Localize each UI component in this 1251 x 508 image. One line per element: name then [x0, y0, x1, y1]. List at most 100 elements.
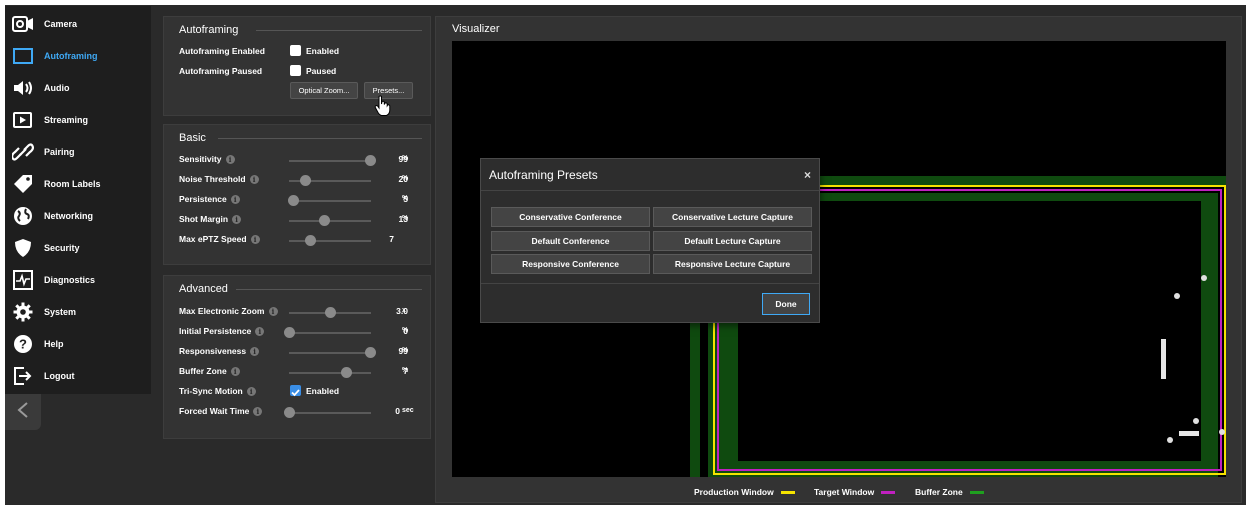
sensitivity-slider[interactable]: [289, 155, 377, 166]
tracked-dot: [1174, 293, 1180, 299]
info-icon[interactable]: i: [255, 326, 265, 336]
info-icon[interactable]: i: [250, 346, 260, 356]
legend-swatch: [780, 490, 795, 494]
sidebar-item-label: Pairing: [44, 147, 75, 157]
info-icon[interactable]: i: [232, 214, 242, 224]
sidebar-item-label: System: [44, 307, 77, 317]
legend-label: Production Window: [694, 487, 774, 497]
responsiveness-unit: %: [402, 347, 409, 354]
sidebar-item-logout[interactable]: Logout: [5, 360, 151, 392]
info-icon[interactable]: i: [225, 154, 235, 164]
preset-conservative-lecture-button[interactable]: Conservative Lecture Capture: [653, 207, 812, 227]
slider-knob[interactable]: [284, 407, 295, 418]
optical-zoom-button[interactable]: Optical Zoom...: [290, 82, 358, 99]
slider-knob[interactable]: [319, 215, 331, 226]
slider-knob[interactable]: [288, 195, 300, 206]
sidebar-item-diagnostics[interactable]: Diagnostics: [5, 264, 151, 296]
max-electronic-zoom-unit: x: [402, 307, 406, 314]
initial-persistence-slider[interactable]: [284, 327, 371, 338]
persistence-unit: %: [402, 195, 409, 202]
sidebar-item-security[interactable]: Security: [5, 232, 151, 264]
info-icon[interactable]: i: [246, 386, 256, 396]
info-icon[interactable]: i: [230, 194, 240, 204]
dialog-footer-divider: [481, 283, 819, 284]
slider-knob[interactable]: [341, 367, 353, 378]
help-icon: ?: [11, 332, 35, 356]
responsiveness-label: Responsiveness i: [179, 346, 260, 356]
forced-wait-time-unit: sec: [402, 407, 414, 414]
done-button[interactable]: Done: [762, 293, 810, 315]
tri-sync-check-label: Enabled: [306, 386, 340, 396]
sidebar-collapse-button[interactable]: [5, 394, 41, 430]
slider-knob[interactable]: [284, 327, 295, 338]
noise-threshold-slider[interactable]: [289, 175, 371, 186]
preset-conservative-conference-button[interactable]: Conservative Conference: [491, 207, 650, 227]
svg-text:?: ?: [19, 337, 27, 352]
paused-check-label: Paused: [306, 66, 337, 76]
preset-responsive-lecture-button[interactable]: Responsive Lecture Capture: [653, 254, 812, 274]
autoframing-presets-dialog: Autoframing Presets × Conservative Confe…: [480, 158, 820, 323]
camera-icon: [11, 12, 35, 36]
sidebar-item-audio[interactable]: Audio: [5, 72, 151, 104]
info-icon[interactable]: i: [249, 174, 259, 184]
sidebar-item-streaming[interactable]: Streaming: [5, 104, 151, 136]
chevron-left-icon: [16, 401, 30, 424]
info-icon[interactable]: i: [230, 366, 240, 376]
row-label-text: Max Electronic Zoom: [179, 306, 265, 316]
row-label-text: Max ePTZ Speed: [179, 234, 247, 244]
info-icon[interactable]: i: [253, 406, 263, 416]
responsiveness-slider[interactable]: [289, 347, 377, 358]
forced-wait-time-value: 0: [395, 406, 400, 416]
shot-margin-slider[interactable]: [289, 215, 371, 226]
initial-persistence-unit: %: [402, 327, 409, 334]
sidebar-item-autoframing[interactable]: Autoframing: [5, 40, 151, 72]
row-label-text: Shot Margin: [179, 214, 229, 224]
preset-default-lecture-button[interactable]: Default Lecture Capture: [653, 231, 812, 251]
forced-wait-time-label: Forced Wait Time i: [179, 406, 263, 416]
sidebar-item-system[interactable]: System: [5, 296, 151, 328]
legend-swatch: [881, 490, 896, 494]
autoframing-paused-label: Autoframing Paused: [179, 66, 263, 76]
sidebar-item-help[interactable]: ? Help: [5, 328, 151, 360]
close-icon[interactable]: ×: [804, 168, 811, 182]
tracked-dot: [1167, 437, 1173, 443]
gear-icon: [11, 300, 35, 324]
title-divider: [256, 30, 422, 31]
forced-wait-time-slider[interactable]: [284, 407, 371, 418]
checkmark-icon: [291, 389, 300, 397]
preset-responsive-conference-button[interactable]: Responsive Conference: [491, 254, 650, 274]
buffer-zone-slider[interactable]: [289, 367, 371, 378]
sidebar-item-room-labels[interactable]: Room Labels: [5, 168, 151, 200]
slider-knob[interactable]: [325, 307, 336, 318]
tracked-dot: [1193, 418, 1199, 424]
persistence-slider[interactable]: [288, 195, 371, 206]
max-electronic-zoom-slider[interactable]: [289, 307, 371, 318]
sidebar-item-camera[interactable]: Camera: [5, 8, 151, 40]
autoframing-paused-checkbox[interactable]: [290, 65, 301, 76]
autoframing-enabled-checkbox[interactable]: [290, 45, 301, 56]
noise-threshold-label: Noise Threshold i: [179, 174, 259, 184]
sidebar-item-label: Streaming: [44, 115, 89, 125]
panel-title: Basic: [179, 132, 206, 144]
slider-knob[interactable]: [304, 235, 316, 246]
info-icon[interactable]: i: [268, 306, 278, 316]
sidebar-item-pairing[interactable]: Pairing: [5, 136, 151, 168]
sidebar-item-label: Autoframing: [44, 51, 98, 61]
legend-swatch: [969, 490, 984, 494]
max-eptz-speed-slider[interactable]: [289, 235, 371, 246]
sidebar-item-label: Networking: [44, 211, 94, 221]
dialog-header-divider: [481, 190, 819, 191]
tri-sync-motion-checkbox[interactable]: [290, 385, 301, 397]
autoframing-icon: [11, 44, 35, 68]
logout-icon: [11, 364, 35, 388]
info-icon[interactable]: i: [250, 234, 260, 244]
sidebar-item-networking[interactable]: Networking: [5, 200, 151, 232]
preset-default-conference-button[interactable]: Default Conference: [491, 231, 650, 251]
max-electronic-zoom-label: Max Electronic Zoom i: [179, 306, 278, 316]
max-eptz-speed-label: Max ePTZ Speed i: [179, 234, 260, 244]
row-label-text: Forced Wait Time: [179, 406, 250, 416]
dialog-title: Autoframing Presets: [489, 168, 598, 182]
slider-knob[interactable]: [300, 175, 312, 186]
play-icon: [11, 108, 35, 132]
autoframing-enabled-label: Autoframing Enabled: [179, 46, 265, 56]
